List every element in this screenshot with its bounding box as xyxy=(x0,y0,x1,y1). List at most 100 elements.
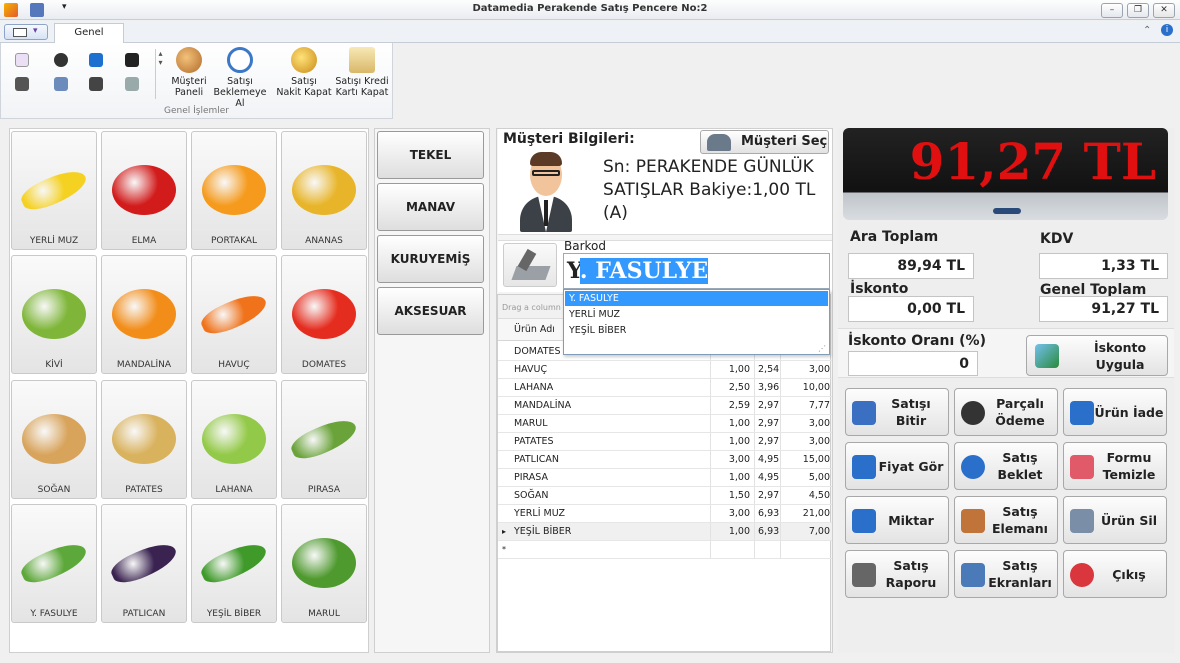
suggestion-item[interactable]: Y. FASULYE xyxy=(565,291,828,306)
help-icon[interactable]: i xyxy=(1161,24,1173,36)
product-tile[interactable]: ELMA xyxy=(101,131,187,250)
product-tile[interactable]: DOMATES xyxy=(281,255,367,374)
product-tile[interactable]: Y. FASULYE xyxy=(11,504,97,623)
table-row[interactable]: * xyxy=(498,541,832,559)
product-tile[interactable]: PIRASA xyxy=(281,380,367,499)
column-divider xyxy=(780,505,781,522)
product-label: PORTAKAL xyxy=(211,236,257,246)
iskonto-value: 0,00 TL xyxy=(848,296,974,322)
product-tile[interactable]: KİVİ xyxy=(11,255,97,374)
delete-row-icon xyxy=(1070,509,1094,533)
action-button[interactable]: Formu Temizle xyxy=(1063,442,1167,490)
barcode-scanner-icon[interactable] xyxy=(503,243,557,287)
printer-icon xyxy=(852,563,876,587)
theme-black-icon[interactable] xyxy=(125,53,139,67)
restore-button[interactable]: ❐ xyxy=(1127,3,1149,18)
application-menu-button[interactable]: ▾ xyxy=(4,24,48,40)
select-customer-icon xyxy=(707,134,731,151)
table-row[interactable]: PIRASA 1,00 4,95 5,00 xyxy=(498,469,832,487)
resize-grip-icon[interactable]: ⋰ xyxy=(818,344,826,353)
product-tile[interactable]: MARUL xyxy=(281,504,367,623)
product-tile[interactable]: PATLICAN xyxy=(101,504,187,623)
cell-qty: 1,00 xyxy=(728,418,750,429)
theme-blue-icon[interactable] xyxy=(54,77,68,91)
table-row[interactable]: MARUL 1,00 2,97 3,00 xyxy=(498,415,832,433)
musteri-sec-button[interactable]: Müşteri Seç xyxy=(700,130,829,154)
table-row[interactable]: MANDALİNA 2,59 2,97 7,77 xyxy=(498,397,832,415)
button-label: İskonto Uygula xyxy=(1093,340,1147,372)
eraser-icon xyxy=(1070,455,1094,479)
table-row[interactable]: SOĞAN 1,50 2,97 4,50 xyxy=(498,487,832,505)
cell-name: YERLİ MUZ xyxy=(514,508,566,519)
action-button[interactable]: Çıkış xyxy=(1063,550,1167,598)
satisi-beklemeye-al-button[interactable]: Satışı Beklemeye Al xyxy=(209,47,271,109)
action-button[interactable]: Miktar xyxy=(845,496,949,544)
action-button[interactable]: Ürün Sil xyxy=(1063,496,1167,544)
theme-dark-icon[interactable] xyxy=(54,53,68,67)
button-label: Kartı Kapat xyxy=(335,87,389,98)
theme-office-icon[interactable] xyxy=(89,53,103,67)
table-row[interactable]: YERLİ MUZ 3,00 6,93 21,00 xyxy=(498,505,832,523)
minimize-button[interactable]: – xyxy=(1101,3,1123,18)
product-tile[interactable]: PORTAKAL xyxy=(191,131,277,250)
theme-grid-icon[interactable] xyxy=(89,77,103,91)
table-row[interactable]: HAVUÇ 1,00 2,54 3,00 xyxy=(498,361,832,379)
apple-icon xyxy=(112,165,176,215)
product-tile[interactable]: ANANAS xyxy=(281,131,367,250)
category-tekel[interactable]: TEKEL xyxy=(377,131,484,179)
product-tile[interactable]: PATATES xyxy=(101,380,187,499)
window-layout-icon xyxy=(13,28,27,37)
product-tile[interactable]: YERLİ MUZ xyxy=(11,131,97,250)
category-manav[interactable]: MANAV xyxy=(377,183,484,231)
iskonto-orani-input[interactable]: 0 xyxy=(848,351,978,376)
table-row[interactable]: PATATES 1,00 2,97 3,00 xyxy=(498,433,832,451)
cell-total xyxy=(786,541,830,558)
cell-total: 15,00 xyxy=(802,454,830,465)
table-row[interactable]: ▸ YEŞİL BİBER 1,00 6,93 7,00 xyxy=(498,523,832,541)
action-button[interactable]: Satışı Bitir xyxy=(845,388,949,436)
ribbon-minimize-icon[interactable]: ⌃ xyxy=(1143,25,1151,36)
cell-price: 2,97 xyxy=(758,490,780,501)
button-label: Satışı xyxy=(227,76,253,87)
action-button[interactable]: Satış Ekranları xyxy=(954,550,1058,598)
category-aksesuar[interactable]: AKSESUAR xyxy=(377,287,484,335)
tab-genel-islemler[interactable]: Genel İşlemler xyxy=(54,23,124,56)
product-tile[interactable]: SOĞAN xyxy=(11,380,97,499)
action-button[interactable]: Satış Raporu xyxy=(845,550,949,598)
close-button[interactable]: ✕ xyxy=(1153,3,1175,18)
column-header-urun-adi[interactable]: Ürün Adı xyxy=(514,324,555,335)
suggestion-item[interactable]: YEŞİL BİBER xyxy=(565,323,828,338)
action-button[interactable]: Satış Beklet xyxy=(954,442,1058,490)
clock-icon xyxy=(227,47,253,73)
product-label: SOĞAN xyxy=(37,485,71,495)
satisi-nakit-kapat-button[interactable]: Satışı Nakit Kapat xyxy=(273,47,335,105)
barcode-typed-text: Y xyxy=(567,258,580,284)
theme-office2007-icon[interactable] xyxy=(15,53,29,67)
product-tile[interactable]: LAHANA xyxy=(191,380,277,499)
table-row[interactable]: PATLICAN 3,00 4,95 15,00 xyxy=(498,451,832,469)
column-divider xyxy=(710,487,711,504)
category-kuruyemis[interactable]: KURUYEMİŞ xyxy=(377,235,484,283)
barcode-input[interactable]: Y. FASULYE xyxy=(563,253,830,289)
product-tile[interactable]: HAVUÇ xyxy=(191,255,277,374)
product-tile[interactable]: MANDALİNA xyxy=(101,255,187,374)
table-row[interactable]: LAHANA 2,50 3,96 10,00 xyxy=(498,379,832,397)
action-button[interactable]: Satış Elemanı xyxy=(954,496,1058,544)
column-divider xyxy=(754,415,755,432)
product-label: LAHANA xyxy=(215,485,253,495)
suggestion-item[interactable]: YERLİ MUZ xyxy=(565,307,828,322)
column-divider xyxy=(710,433,711,450)
action-button[interactable]: Parçalı Ödeme xyxy=(954,388,1058,436)
iskonto-orani-label: İskonto Oranı (%) xyxy=(848,333,986,349)
product-tile[interactable]: YEŞİL BİBER xyxy=(191,504,277,623)
action-button[interactable]: Ürün İade xyxy=(1063,388,1167,436)
theme-light-icon[interactable] xyxy=(125,77,139,91)
iskonto-uygula-button[interactable]: İskonto Uygula xyxy=(1026,335,1168,376)
apply-discount-icon xyxy=(1035,344,1059,368)
satisi-kredi-karti-kapat-button[interactable]: Satışı Kredi Kartı Kapat xyxy=(331,47,393,105)
coins-icon xyxy=(961,401,985,425)
action-button[interactable]: Fiyat Gör xyxy=(845,442,949,490)
theme-gray-icon[interactable] xyxy=(15,77,29,91)
cell-price: 4,95 xyxy=(758,454,780,465)
cell-price: 4,95 xyxy=(758,472,780,483)
